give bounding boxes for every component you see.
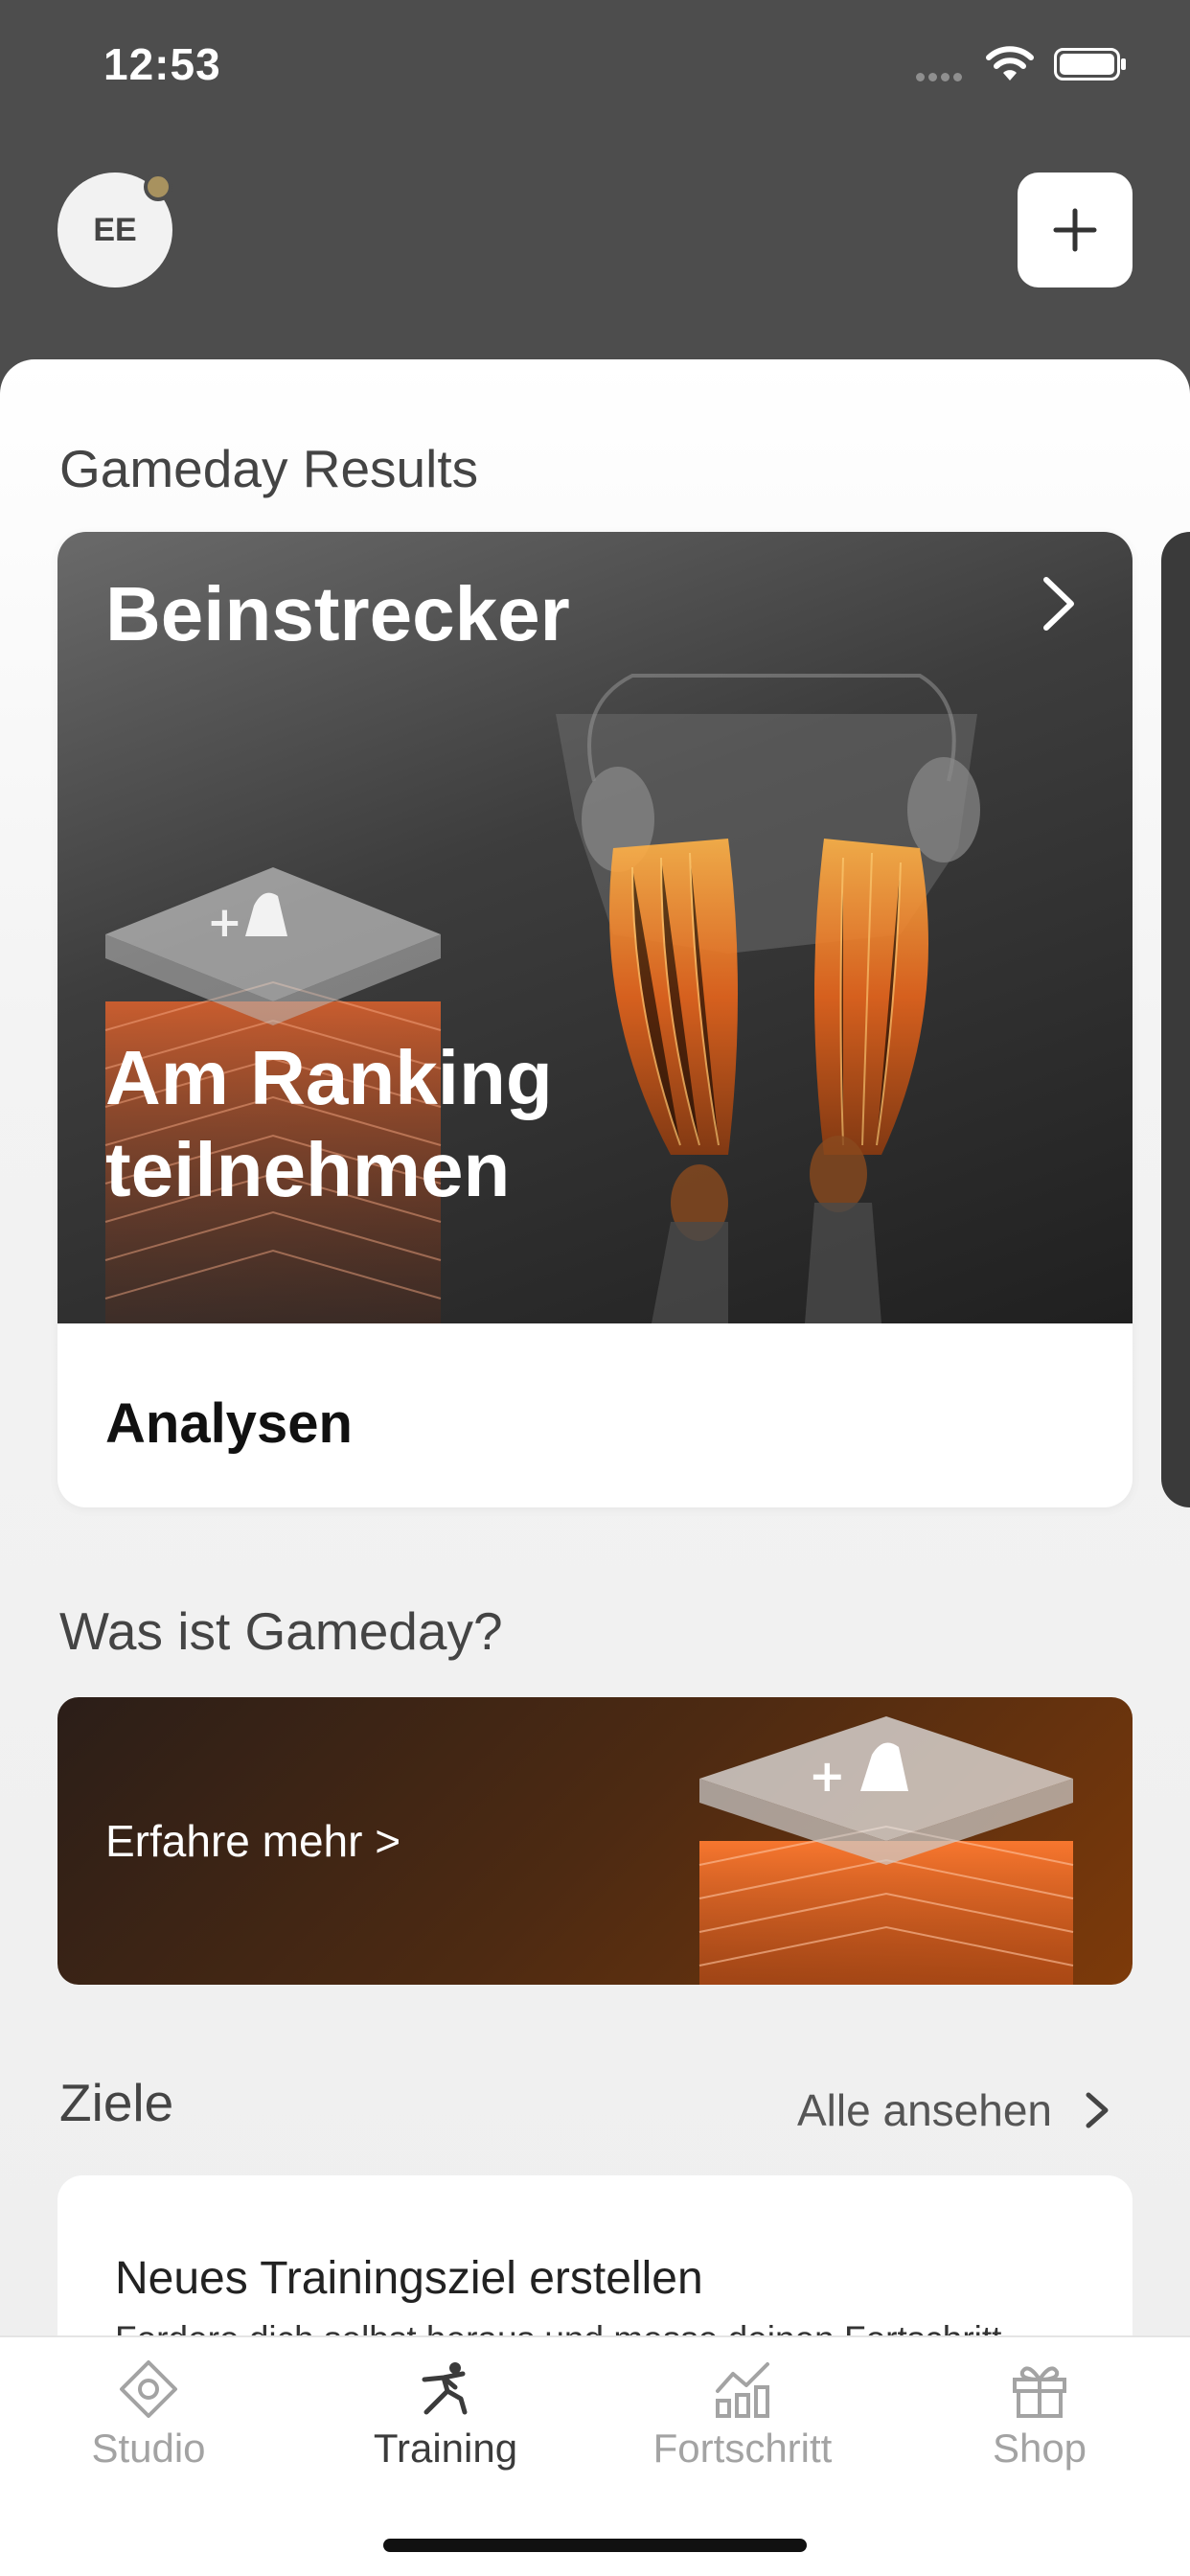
add-button[interactable] — [1018, 172, 1133, 288]
tab-label: Studio — [91, 2426, 206, 2471]
tab-progress[interactable]: Fortschritt — [594, 2337, 891, 2510]
section-title-what-is-gameday: Was ist Gameday? — [59, 1601, 503, 1661]
avatar-initials: EE — [93, 211, 137, 248]
gameday-result-card[interactable]: + Beinstrecker Am Ranking teilnehmen Ana… — [57, 532, 1133, 1507]
gift-icon — [1013, 2366, 1066, 2418]
status-time: 12:53 — [103, 39, 221, 89]
svg-text:+: + — [207, 898, 242, 947]
next-card-peek[interactable] — [1161, 532, 1190, 1507]
home-indicator[interactable] — [383, 2539, 807, 2552]
card-footer-analyses[interactable]: Analysen — [105, 1392, 353, 1456]
see-all-goals-link[interactable]: Alle ansehen — [797, 2084, 1052, 2136]
progress-chart-icon — [716, 2362, 769, 2418]
status-bar: 12:53 — [0, 0, 1190, 125]
card-hero-image: + Beinstrecker Am Ranking teilnehmen — [57, 532, 1133, 1323]
wifi-icon — [986, 46, 1034, 80]
main-content[interactable]: Gameday Results + Beinstrecker Am Rankin… — [0, 359, 1190, 2576]
tab-label: Shop — [992, 2426, 1087, 2471]
studio-icon — [120, 2360, 177, 2418]
create-goal-title: Neues Trainingsziel erstellen — [115, 2253, 703, 2304]
learn-more-banner[interactable]: + Erfahre mehr > — [57, 1697, 1133, 1985]
svg-text:+: + — [809, 1750, 846, 1802]
ranking-cta[interactable]: Am Ranking teilnehmen — [105, 1032, 680, 1216]
tab-training[interactable]: Training — [297, 2337, 594, 2510]
section-title-goals: Ziele — [59, 2073, 174, 2132]
section-title-gameday-results: Gameday Results — [59, 439, 479, 498]
cellular-signal-icon — [916, 69, 966, 86]
notification-badge — [144, 172, 172, 201]
plus-icon — [1053, 208, 1097, 252]
tab-label: Fortschritt — [652, 2426, 833, 2471]
tab-shop[interactable]: Shop — [891, 2337, 1188, 2510]
training-icon — [422, 2362, 468, 2415]
learn-more-link[interactable]: Erfahre mehr > — [105, 1815, 400, 1867]
chevron-right-icon[interactable] — [1035, 570, 1083, 637]
tab-label: Training — [373, 2426, 518, 2471]
battery-icon — [1054, 48, 1126, 80]
card-title: Beinstrecker — [105, 571, 570, 656]
tab-studio[interactable]: Studio — [0, 2337, 297, 2510]
chevron-right-icon[interactable] — [1083, 2089, 1111, 2131]
